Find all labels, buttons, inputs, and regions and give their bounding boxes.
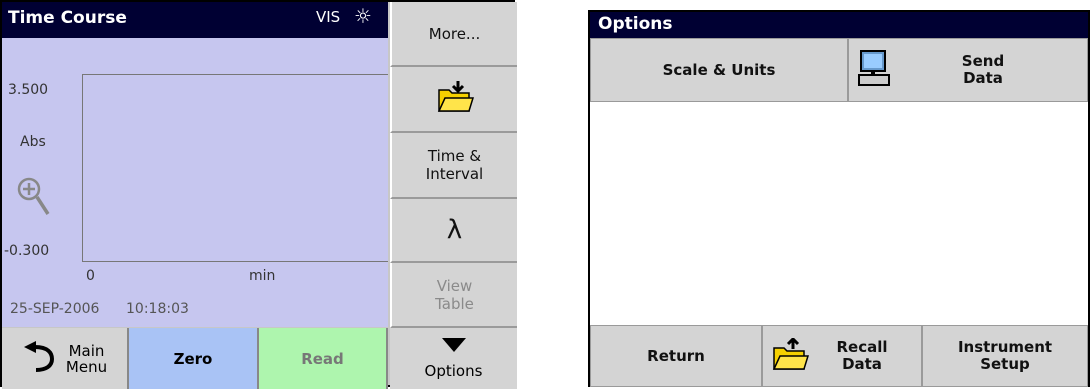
- sun-icon: ☼: [354, 4, 372, 28]
- x-unit-label: min: [249, 268, 276, 284]
- view-table-button[interactable]: View Table: [390, 263, 517, 328]
- time-course-screen: Time Course VIS ☼ 3.500 Abs -0.300 0 min…: [0, 0, 517, 389]
- options-title: Options: [598, 14, 673, 34]
- folder-store-icon: [436, 80, 474, 118]
- wavelength-button[interactable]: λ: [390, 199, 517, 263]
- instrument-setup-label: Instrument Setup: [958, 339, 1052, 373]
- zero-button[interactable]: Zero: [129, 328, 259, 389]
- recall-data-label: Recall Data: [836, 339, 887, 373]
- y-min-label: -0.300: [4, 243, 50, 259]
- folder-recall-icon: [771, 336, 810, 376]
- y-unit-label: Abs: [20, 134, 46, 150]
- store-button[interactable]: [390, 67, 517, 133]
- send-data-button[interactable]: Send Data: [848, 38, 1088, 102]
- send-data-line2: Data: [963, 69, 1003, 87]
- instrument-setup-line1: Instrument: [957, 338, 1053, 356]
- lambda-icon: λ: [446, 215, 463, 245]
- time-interval-button[interactable]: Time & Interval: [390, 133, 517, 199]
- back-arrow-icon: [22, 340, 56, 377]
- time-interval-line2: Interval: [425, 165, 484, 183]
- return-label: Return: [647, 346, 705, 365]
- time-interval-line1: Time &: [427, 147, 482, 165]
- plot-frame: [82, 74, 388, 262]
- options-button[interactable]: Options: [390, 328, 517, 389]
- zoom-icon[interactable]: [16, 176, 50, 222]
- view-table-label: View Table: [435, 277, 474, 313]
- triangle-down-icon: [441, 337, 466, 356]
- read-button[interactable]: Read: [259, 328, 388, 389]
- view-table-line2: Table: [435, 294, 474, 313]
- recall-data-line2: Data: [842, 355, 882, 373]
- main-menu-button[interactable]: Main Menu: [2, 328, 129, 389]
- y-max-label: 3.500: [8, 82, 49, 98]
- main-menu-label: Main Menu: [66, 343, 107, 375]
- zero-label: Zero: [173, 349, 213, 368]
- view-table-line1: View: [436, 276, 473, 295]
- title-bar: Time Course VIS ☼: [2, 2, 388, 38]
- read-label: Read: [301, 349, 344, 368]
- scale-units-label: Scale & Units: [662, 60, 776, 79]
- instrument-setup-line2: Setup: [980, 355, 1030, 373]
- date-label: 25-SEP-2006: [10, 301, 100, 317]
- options-title-bar: Options: [590, 12, 1088, 38]
- return-button[interactable]: Return: [590, 325, 762, 387]
- computer-icon: [857, 49, 893, 91]
- more-label: More...: [428, 24, 481, 43]
- send-data-line1: Send: [961, 52, 1005, 70]
- time-label: 10:18:03: [126, 301, 189, 317]
- main-menu-line2: Menu: [65, 357, 108, 376]
- instrument-setup-button[interactable]: Instrument Setup: [922, 325, 1088, 387]
- send-data-label: Send Data: [962, 53, 1004, 87]
- time-interval-label: Time & Interval: [426, 147, 483, 183]
- options-label: Options: [424, 361, 483, 380]
- graph-area: 3.500 Abs -0.300 0 min 25-SEP-2006 10:18…: [2, 38, 388, 327]
- lamp-label: VIS: [316, 8, 341, 26]
- recall-data-line1: Recall: [836, 338, 888, 356]
- scale-units-button[interactable]: Scale & Units: [590, 38, 848, 102]
- more-button[interactable]: More...: [390, 2, 517, 67]
- screen-title: Time Course: [8, 8, 127, 28]
- options-screen: Options Scale & Units Send Data Return R…: [588, 10, 1090, 387]
- recall-data-button[interactable]: Recall Data: [762, 325, 922, 387]
- x-min-label: 0: [86, 268, 95, 284]
